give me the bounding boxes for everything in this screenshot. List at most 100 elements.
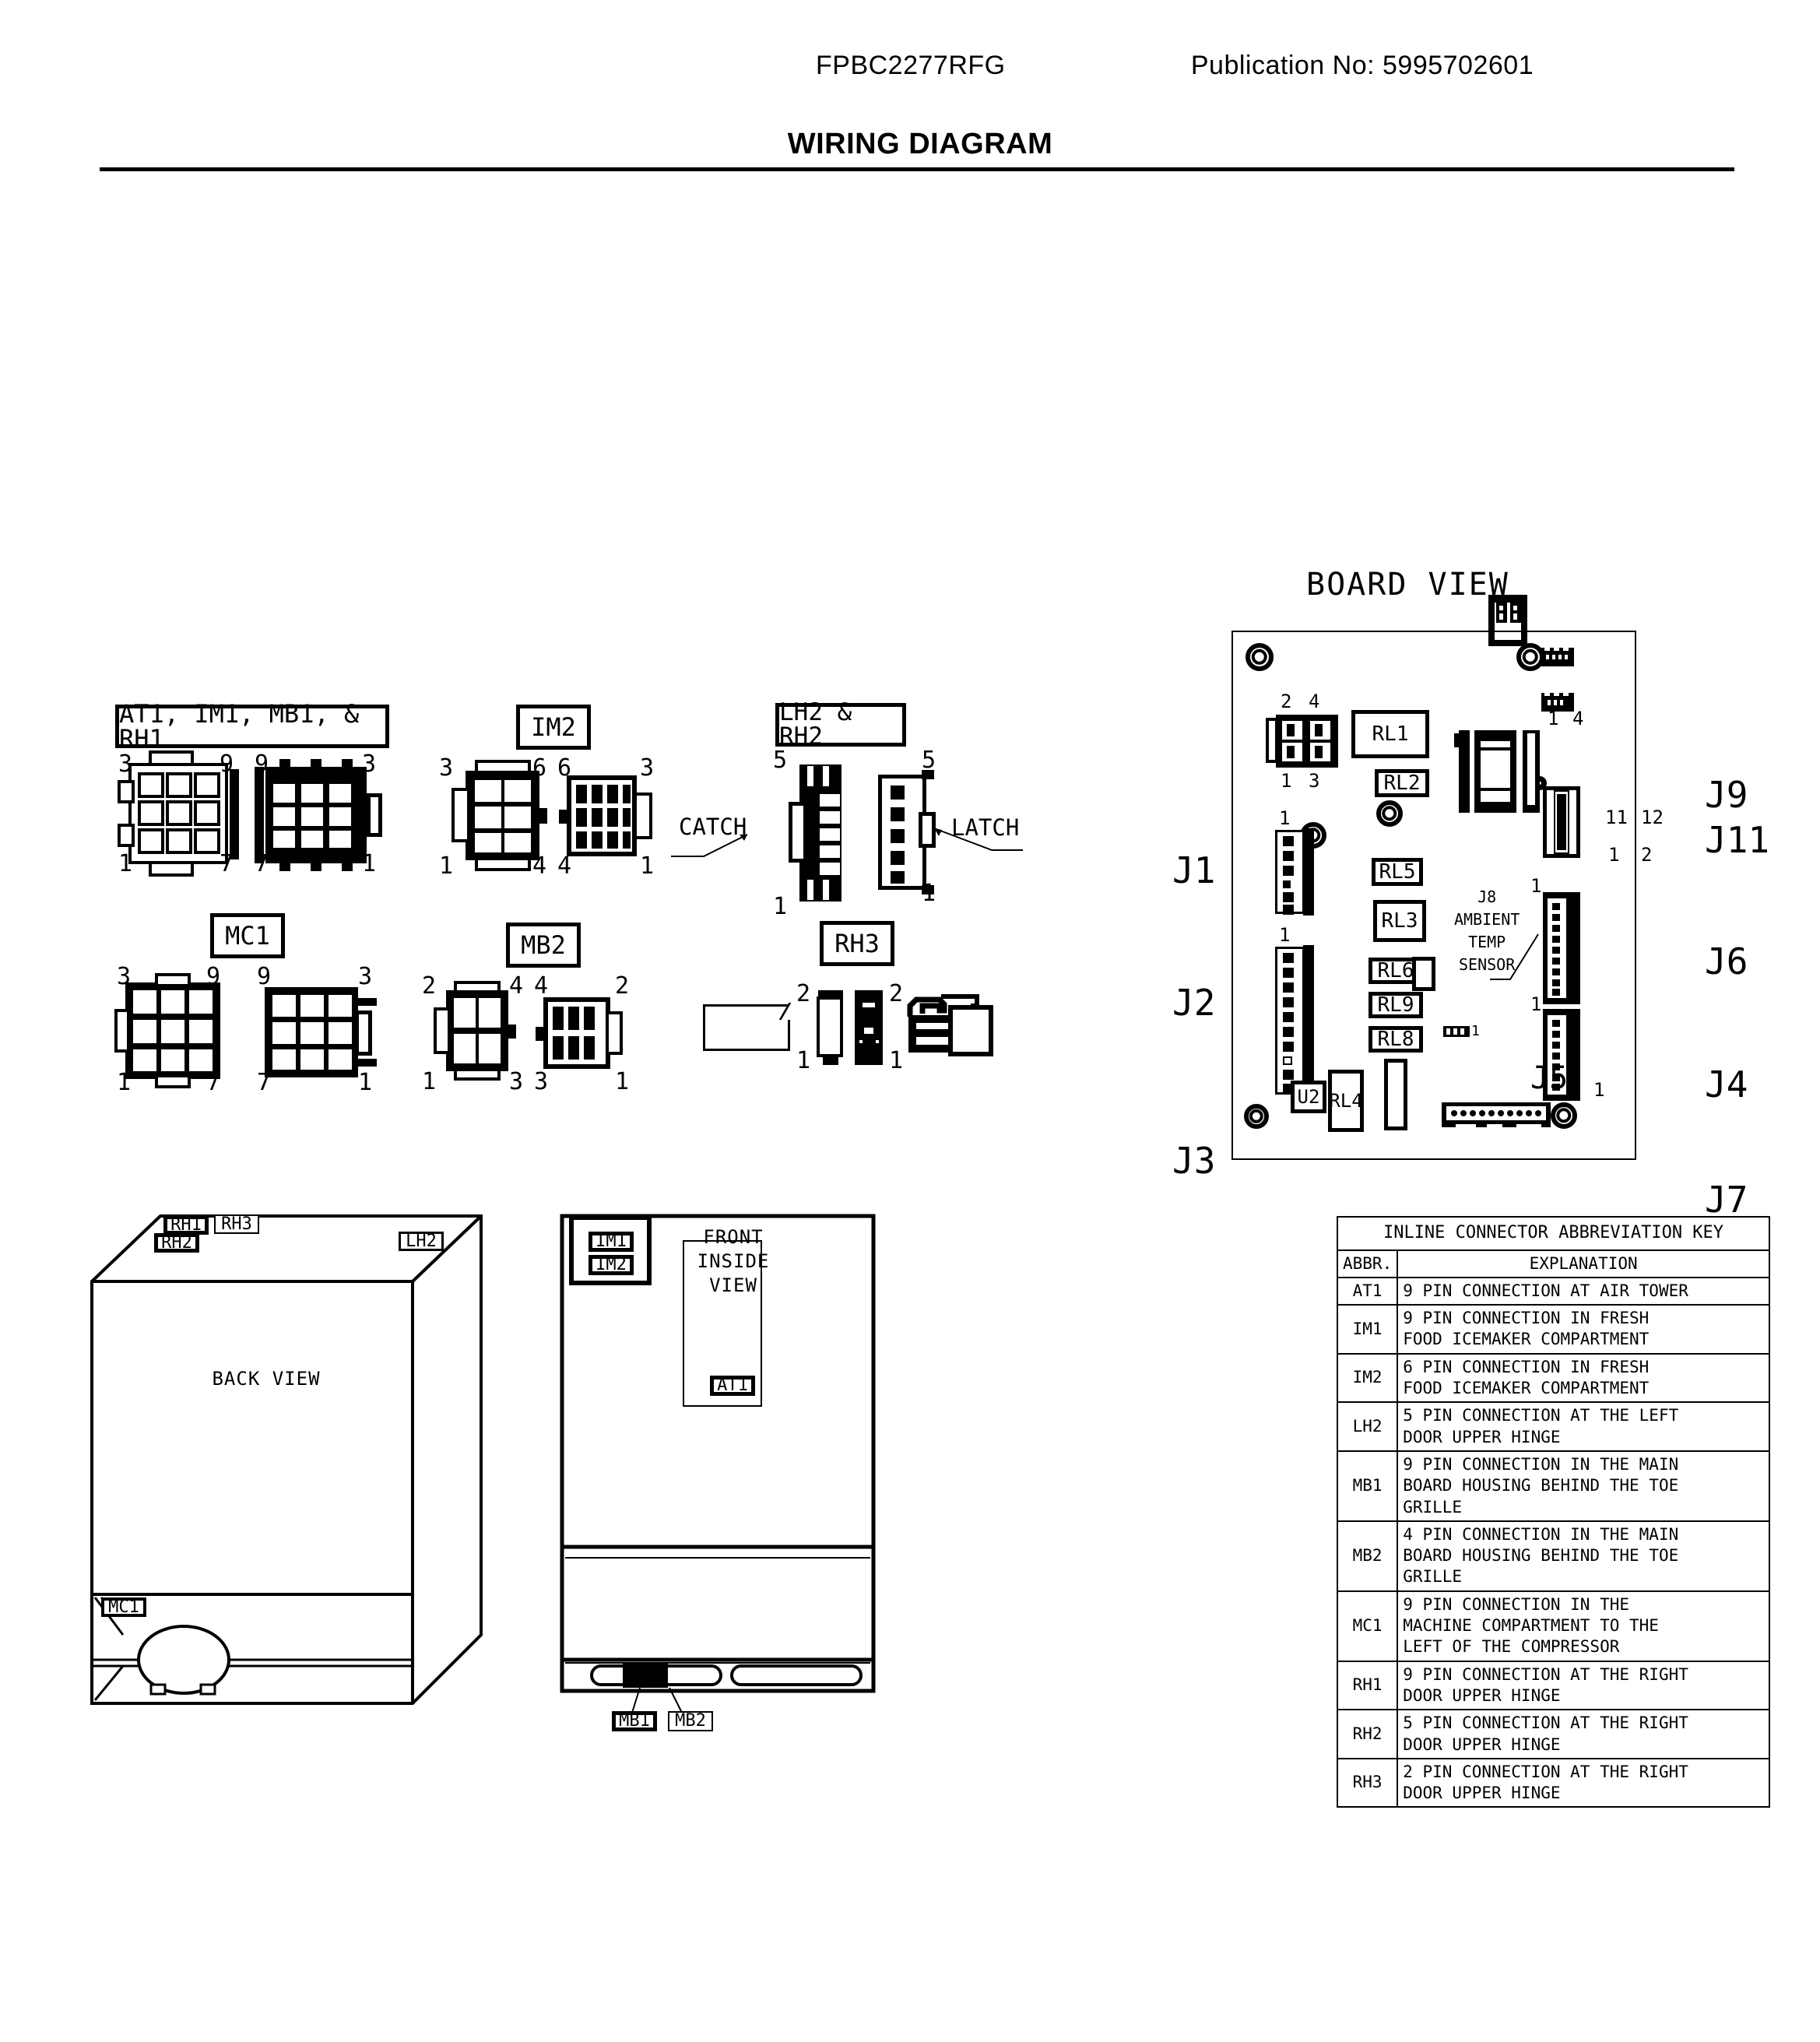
pin-label: 1 — [362, 850, 377, 877]
connector-rh3-male — [855, 990, 892, 1067]
abbr-cell: MB1 — [1336, 1450, 1399, 1522]
pin-label: 4 — [532, 852, 547, 880]
pin-label: 1 — [1471, 1023, 1480, 1039]
abbr-cell: IM1 — [1336, 1304, 1399, 1355]
tag-rh2: RH2 — [154, 1233, 199, 1253]
explanation-cell: 2 PIN CONNECTION AT THE RIGHT DOOR UPPER… — [1397, 1757, 1770, 1808]
column-header-abbr: ABBR. — [1336, 1249, 1399, 1278]
explanation-cell: 4 PIN CONNECTION IN THE MAIN BOARD HOUSI… — [1397, 1520, 1770, 1592]
pin-label: 7 — [220, 850, 234, 877]
pin-label: 3 — [439, 754, 454, 782]
front-view-caption: FRONT INSIDE VIEW — [697, 1226, 770, 1297]
abbr-cell: RH3 — [1336, 1757, 1399, 1808]
pin-label: 1 — [615, 1068, 630, 1095]
abbr-cell: MC1 — [1336, 1590, 1399, 1662]
explanation-cell: 9 PIN CONNECTION IN FRESH FOOD ICEMAKER … — [1397, 1304, 1770, 1355]
connector-label-j2: J2 — [1172, 982, 1216, 1024]
connector-at1-female — [118, 750, 239, 877]
pin-label: 5 — [922, 747, 936, 774]
catch-leader-line — [671, 834, 748, 857]
ic-u2: U2 — [1291, 1081, 1326, 1113]
table-row: AT1 9 PIN CONNECTION AT AIR TOWER — [1336, 1276, 1770, 1306]
connector-label-at1-im1-mb1-rh1: AT1, IM1, MB1, & RH1 — [115, 701, 389, 751]
page-header: FPBC2277RFG Publication No: 5995702601 W… — [0, 0, 1820, 179]
connector-label-j3: J3 — [1172, 1140, 1216, 1182]
pin-label: 1 — [640, 852, 655, 880]
connector-rh3-housing — [905, 987, 999, 1065]
pin-label: 1 — [1281, 770, 1292, 792]
tag-rh1: RH1 — [163, 1215, 209, 1235]
tag-im1: IM1 — [589, 1232, 634, 1252]
relay-rl3: RL3 — [1373, 900, 1426, 942]
pin-label: 2 — [889, 980, 904, 1007]
pin-label: 3 — [509, 1068, 524, 1095]
pin-label: 1 — [439, 852, 454, 880]
connector-rh3-female — [812, 990, 848, 1067]
pin-label: 3 — [117, 963, 132, 990]
mount-screw — [1376, 800, 1403, 827]
pin-label: 1 — [1608, 844, 1620, 866]
abbr-cell: IM2 — [1336, 1352, 1399, 1404]
pin-label: 9 — [257, 963, 272, 990]
pin-label: 3 — [358, 963, 373, 990]
page-title: WIRING DIAGRAM — [787, 128, 1053, 160]
relay-rl8: RL8 — [1369, 1026, 1423, 1053]
table-title: INLINE CONNECTOR ABBREVIATION KEY — [1337, 1216, 1770, 1251]
connector-label-lh2-rh2: LH2 & RH2 — [775, 701, 906, 749]
pin-label: 1 — [889, 1047, 904, 1074]
pin-label: 4 — [534, 972, 549, 1000]
connector-mb2-male — [536, 997, 629, 1075]
tag-lh2: LH2 — [399, 1232, 444, 1251]
pin-label: 1 — [773, 893, 788, 920]
pin-label: 1 — [796, 1047, 811, 1074]
pin-label: 1 — [1279, 807, 1291, 829]
pin-label: 1 — [922, 880, 936, 907]
connector-label-j4: J4 — [1705, 1063, 1748, 1105]
pin-label: 4 — [1572, 708, 1584, 729]
relay-rl1: RL1 — [1351, 710, 1429, 758]
connector-j5 — [1442, 1102, 1551, 1130]
pin-label: 1 — [422, 1068, 437, 1095]
abbr-cell: AT1 — [1336, 1276, 1399, 1306]
mount-screw — [1516, 643, 1544, 671]
relay-rl7 — [1384, 1059, 1407, 1130]
mount-screw — [1551, 1102, 1577, 1129]
connector-label-j1: J1 — [1172, 849, 1216, 891]
pin-label: 7 — [255, 850, 269, 877]
pin-label: 9 — [220, 750, 234, 778]
pin-label-j5-1: 1 — [1593, 1079, 1605, 1101]
connector-label-rh3: RH3 — [820, 921, 894, 966]
front-inside-view-diagram: FRONT INSIDE VIEW IM1 IM2 AT1 MB1 MB2 — [557, 1207, 900, 1829]
explanation-cell: 5 PIN CONNECTION AT THE RIGHT DOOR UPPER… — [1397, 1709, 1770, 1759]
latch-leader-line — [933, 828, 1023, 851]
mount-screw — [1244, 1104, 1269, 1129]
connector-label-im2: IM2 — [516, 705, 591, 750]
pin-label: 3 — [1309, 770, 1320, 792]
connector-label-j6: J6 — [1705, 940, 1748, 982]
pin-label: 1 — [358, 1069, 373, 1096]
pin-label: 3 — [534, 1068, 549, 1095]
explanation-cell: 5 PIN CONNECTION AT THE LEFT DOOR UPPER … — [1397, 1401, 1770, 1452]
connector-rh3-terminal-block — [703, 1003, 806, 1057]
pin-label: 7 — [206, 1069, 221, 1096]
pin-label: 4 — [557, 852, 572, 880]
tag-mb2: MB2 — [668, 1711, 713, 1731]
table-header-row: ABBR. EXPLANATION — [1336, 1249, 1770, 1278]
pin-label: 1 — [1279, 924, 1291, 946]
connector-label-mc1: MC1 — [210, 913, 285, 958]
table-row: IM1 9 PIN CONNECTION IN FRESH FOOD ICEMAK… — [1336, 1304, 1770, 1355]
connector-im2-female — [451, 760, 551, 871]
table-row: LH2 5 PIN CONNECTION AT THE LEFT DOOR UPP… — [1336, 1401, 1770, 1452]
abbr-cell: LH2 — [1336, 1401, 1399, 1452]
table-row: RH3 2 PIN CONNECTION AT THE RIGHT DOOR UP… — [1336, 1757, 1770, 1808]
pin-label: 6 — [557, 754, 572, 782]
transformer — [1454, 730, 1543, 813]
publication-number: Publication No: 5995702601 — [1190, 51, 1534, 80]
pin-label: 3 — [362, 750, 377, 778]
pin-label: 2 — [422, 972, 437, 1000]
pin-label: 4 — [509, 972, 524, 1000]
tag-im2: IM2 — [589, 1255, 634, 1275]
model-number: FPBC2277RFG — [816, 51, 1006, 80]
inline-connector-abbreviation-key: INLINE CONNECTOR ABBREVIATION KEY ABBR. … — [1336, 1216, 1770, 1808]
relay-rl4: RL4 — [1328, 1070, 1364, 1132]
